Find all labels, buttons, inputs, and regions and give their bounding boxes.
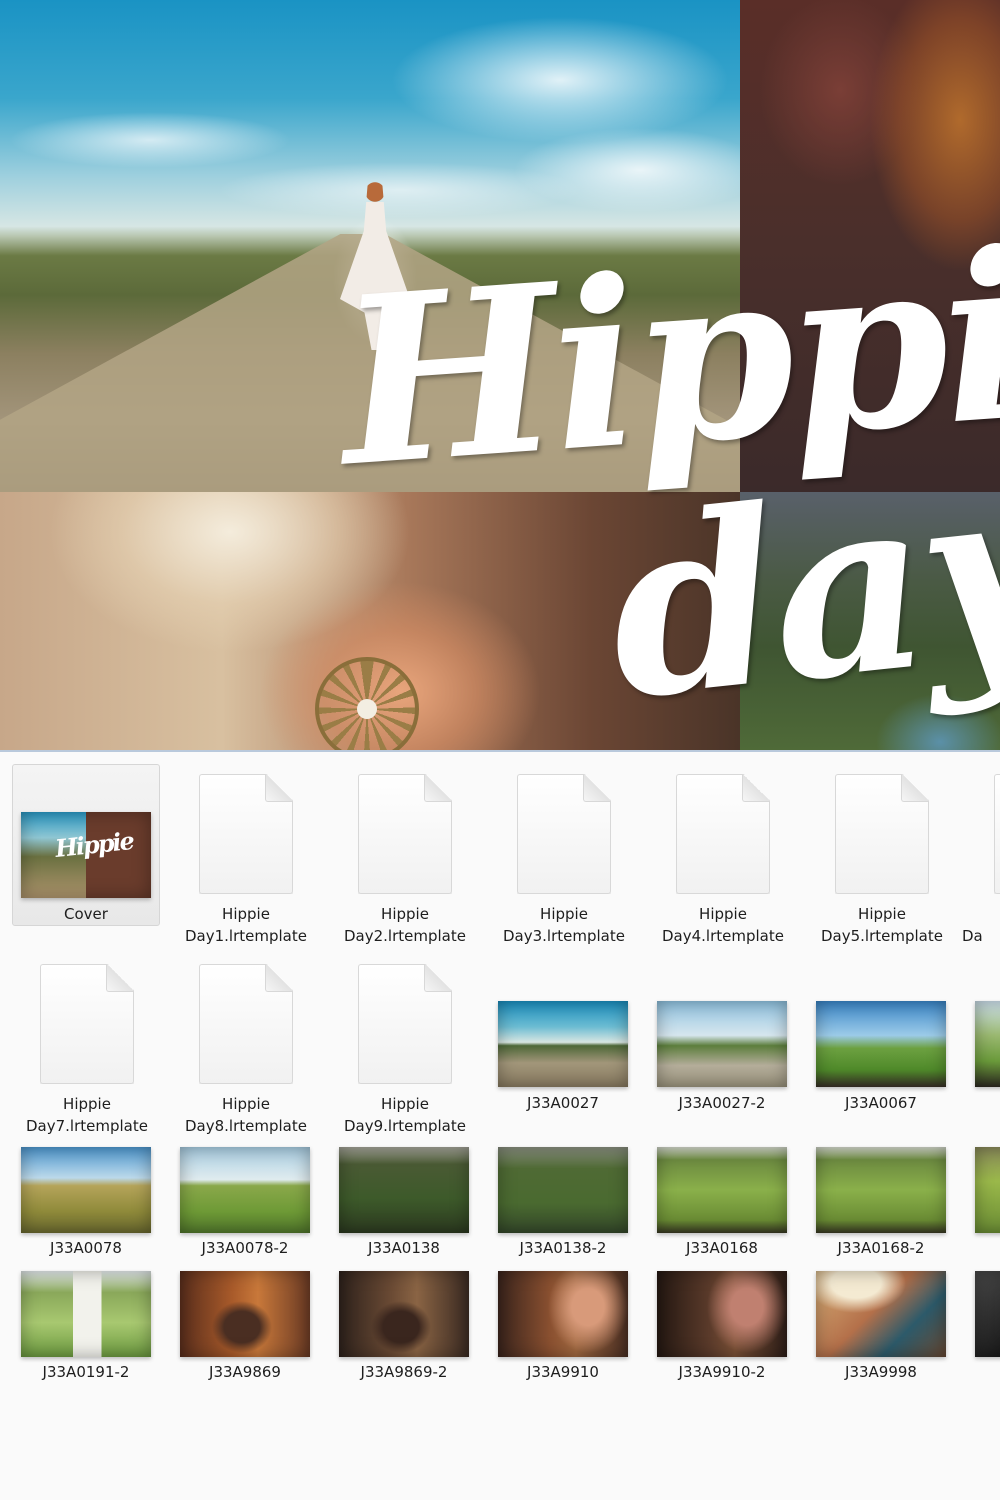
image-file-name: J33A0027-2 (678, 1094, 766, 1112)
image-thumbnail (816, 1147, 946, 1233)
image-file-name: J33A0138-2 (519, 1239, 607, 1257)
image-file-name: J33A0078-2 (201, 1239, 289, 1257)
file-name-line2: Day8.lrtemplate (185, 1117, 307, 1135)
photo-tattooed-arm-field (740, 492, 1000, 750)
image-file-name: J33A0078 (50, 1239, 122, 1257)
image-item[interactable]: J33A9910-2 (648, 752, 798, 1381)
image-item[interactable]: J33A9910 (489, 752, 639, 1381)
image-thumbnail (816, 1271, 946, 1357)
image-thumbnail (657, 1147, 787, 1233)
image-file-name: J33A9910 (527, 1363, 599, 1381)
image-thumbnail (21, 1271, 151, 1357)
image-item[interactable]: J33A0191-2 (12, 752, 162, 1381)
photo-hair-closeup (740, 0, 1000, 492)
photo-hand-with-pendant (0, 492, 740, 750)
image-item[interactable]: J33A9869-2 (330, 752, 480, 1381)
image-thumbnail (975, 1147, 1000, 1233)
file-name-line1: Hippie (63, 1095, 111, 1113)
image-file-name: J33A0168-2 (837, 1239, 925, 1257)
image-thumbnail (180, 1271, 310, 1357)
hero-collage: Hippie day (0, 0, 1000, 750)
image-file-name: J33A9998 (845, 1363, 917, 1381)
image-file-name: J33A9869 (209, 1363, 281, 1381)
image-thumbnail (498, 1147, 628, 1233)
image-item[interactable]: J33A9869 (171, 752, 321, 1381)
image-thumbnail (975, 1271, 1000, 1357)
file-explorer-view: Hippie Cover Hippie Day1.lrtemplate Hippie Da… (0, 750, 1000, 1500)
image-file-name: J33A0138 (368, 1239, 440, 1257)
file-name-line1: Hippie (222, 1095, 270, 1113)
photo-woman-on-road (0, 0, 740, 492)
image-thumbnail (975, 1001, 1000, 1087)
image-thumbnail (339, 1271, 469, 1357)
file-name-line1: Hippie (381, 1095, 429, 1113)
image-thumbnail (21, 1147, 151, 1233)
image-item[interactable] (966, 752, 1000, 1357)
image-thumbnail (657, 1271, 787, 1357)
image-thumbnail (498, 1001, 628, 1087)
page-fold-corner (265, 964, 293, 992)
image-file-name: J33A0027 (527, 1094, 599, 1112)
page-fold-corner (424, 964, 452, 992)
image-thumbnail (498, 1271, 628, 1357)
image-thumbnail (180, 1147, 310, 1233)
image-thumbnail (339, 1147, 469, 1233)
image-file-name: J33A0168 (686, 1239, 758, 1257)
image-file-name: J33A0067 (845, 1094, 917, 1112)
image-file-name: J33A9910-2 (678, 1363, 766, 1381)
image-thumbnail (816, 1001, 946, 1087)
page-fold-corner (106, 964, 134, 992)
mandala-pendant (315, 657, 419, 750)
image-file-name: J33A9869-2 (360, 1363, 448, 1381)
image-thumbnail (657, 1001, 787, 1087)
image-file-name: J33A0191-2 (42, 1363, 130, 1381)
file-name-line2: Day7.lrtemplate (26, 1117, 148, 1135)
file-name-line2: Day9.lrtemplate (344, 1117, 466, 1135)
image-item[interactable]: J33A9998 (807, 752, 957, 1381)
